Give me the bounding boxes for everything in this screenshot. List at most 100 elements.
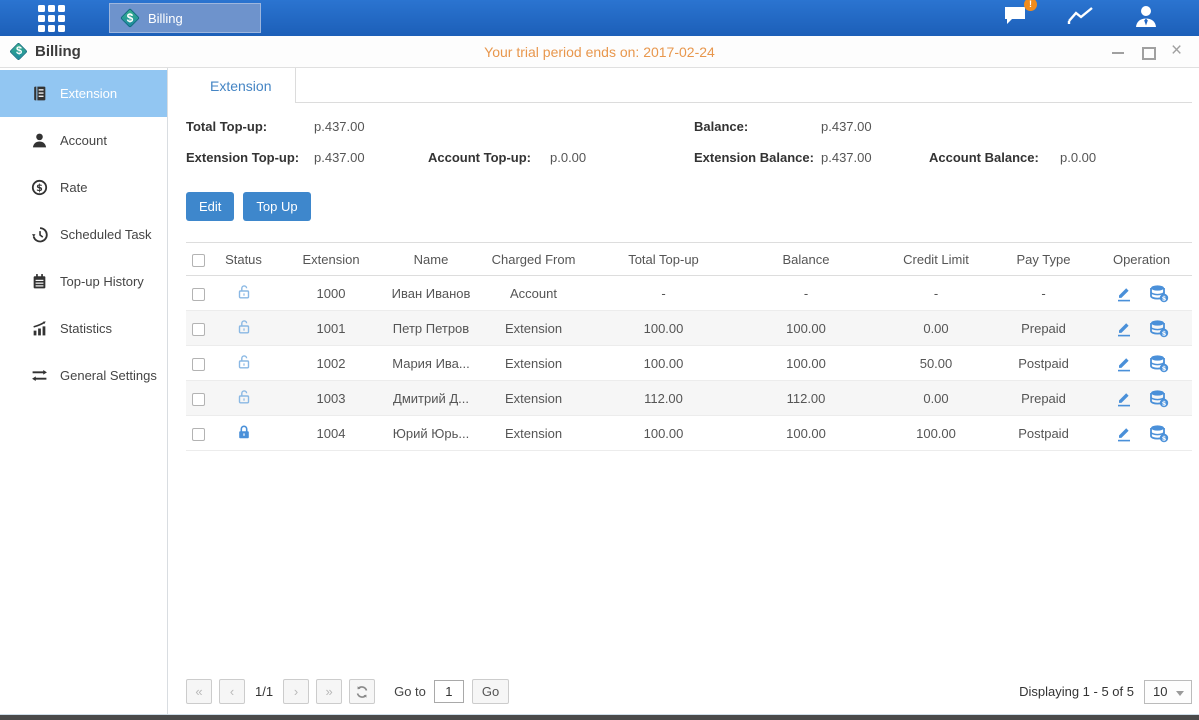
account-balance-value: p.0.00	[1060, 150, 1096, 165]
statistics-icon	[31, 320, 48, 337]
svg-text:$: $	[36, 183, 43, 194]
next-page-button[interactable]: ›	[283, 679, 309, 704]
extension-topup-label: Extension Top-up:	[186, 150, 299, 165]
account-topup-value: p.0.00	[550, 150, 586, 165]
lock-closed-icon[interactable]	[235, 423, 253, 441]
svg-text:$: $	[1162, 364, 1167, 372]
svg-text:$: $	[1162, 434, 1167, 442]
lock-open-icon[interactable]	[235, 283, 253, 301]
sidebar-item-rate[interactable]: $ Rate	[0, 164, 167, 211]
cell-charged-from: Account	[476, 276, 591, 311]
row-checkbox[interactable]	[192, 393, 205, 406]
app-tab-label: Billing	[148, 11, 183, 26]
row-checkbox[interactable]	[192, 323, 205, 336]
balance-value: p.437.00	[821, 119, 872, 134]
select-all-checkbox[interactable]	[192, 254, 205, 267]
bottom-edge-strip	[0, 714, 1199, 720]
sidebar-item-extension[interactable]: Extension	[0, 70, 167, 117]
scheduled-task-icon	[31, 226, 48, 243]
open-app-tab-billing[interactable]: $ Billing	[109, 3, 261, 33]
total-topup-label: Total Top-up:	[186, 119, 267, 134]
sidebar-item-label: Rate	[60, 180, 87, 195]
cell-name: Юрий Юрь...	[386, 416, 476, 451]
billing-diamond-icon: $	[120, 8, 140, 28]
account-balance-label: Account Balance:	[929, 150, 1039, 165]
account-topup-label: Account Top-up:	[428, 150, 531, 165]
top-up-balance-icon[interactable]: $	[1149, 354, 1169, 373]
col-status: Status	[211, 243, 276, 276]
lock-open-icon[interactable]	[235, 318, 253, 336]
cell-name: Дмитрий Д...	[386, 381, 476, 416]
content-tab-bar: Extension	[186, 68, 1192, 103]
monitor-chart-icon[interactable]	[1067, 4, 1095, 33]
top-up-balance-icon[interactable]: $	[1149, 389, 1169, 408]
col-balance: Balance	[736, 243, 876, 276]
page-size-select[interactable]: 10	[1144, 680, 1192, 704]
cell-balance: 112.00	[736, 381, 876, 416]
sidebar-item-general-settings[interactable]: General Settings	[0, 352, 167, 399]
edit-button[interactable]: Edit	[186, 192, 234, 221]
user-account-icon[interactable]	[1133, 3, 1159, 34]
top-up-balance-icon[interactable]: $	[1149, 284, 1169, 303]
cell-name: Иван Иванов	[386, 276, 476, 311]
cell-name: Мария Ива...	[386, 346, 476, 381]
prev-page-button[interactable]: ‹	[219, 679, 245, 704]
app-launcher-grid-icon[interactable]	[38, 5, 65, 32]
extensions-table: Status Extension Name Charged From Total…	[186, 242, 1192, 451]
edit-extension-icon[interactable]	[1114, 354, 1133, 373]
minimize-button[interactable]	[1111, 45, 1125, 59]
top-up-button[interactable]: Top Up	[243, 192, 310, 221]
edit-extension-icon[interactable]	[1114, 389, 1133, 408]
cell-credit-limit: 0.00	[876, 381, 996, 416]
account-icon	[31, 132, 48, 149]
cell-balance: 100.00	[736, 311, 876, 346]
trial-notice: Your trial period ends on: 2017-02-24	[0, 44, 1199, 60]
lock-open-icon[interactable]	[235, 353, 253, 371]
top-up-balance-icon[interactable]: $	[1149, 319, 1169, 338]
cell-pay-type: -	[996, 276, 1091, 311]
notifications-icon[interactable]: !	[1003, 4, 1029, 33]
svg-text:$: $	[1162, 329, 1167, 337]
total-topup-value: p.437.00	[314, 119, 365, 134]
cell-charged-from: Extension	[476, 416, 591, 451]
col-extension: Extension	[276, 243, 386, 276]
cell-pay-type: Prepaid	[996, 311, 1091, 346]
edit-extension-icon[interactable]	[1114, 424, 1133, 443]
goto-page-input[interactable]	[434, 680, 464, 703]
sidebar-item-topup-history[interactable]: Top-up History	[0, 258, 167, 305]
maximize-button[interactable]	[1141, 45, 1155, 59]
refresh-button[interactable]	[349, 679, 375, 704]
edit-extension-icon[interactable]	[1114, 319, 1133, 338]
cell-balance: 100.00	[736, 416, 876, 451]
cell-pay-type: Prepaid	[996, 381, 1091, 416]
close-button[interactable]: ×	[1171, 45, 1185, 59]
cell-credit-limit: 0.00	[876, 311, 996, 346]
svg-text:$: $	[1162, 294, 1167, 302]
sidebar-item-scheduled-task[interactable]: Scheduled Task	[0, 211, 167, 258]
lock-open-icon[interactable]	[235, 388, 253, 406]
table-row: 1002Мария Ива...Extension 100.00100.0050…	[186, 346, 1192, 381]
go-button[interactable]: Go	[472, 679, 509, 704]
cell-total-topup: 100.00	[591, 311, 736, 346]
row-checkbox[interactable]	[192, 358, 205, 371]
first-page-button[interactable]: «	[186, 679, 212, 704]
balance-summary: Total Top-up: p.437.00 Balance: p.437.00…	[186, 117, 1192, 179]
cell-credit-limit: 50.00	[876, 346, 996, 381]
table-header-row: Status Extension Name Charged From Total…	[186, 243, 1192, 276]
cell-charged-from: Extension	[476, 346, 591, 381]
sidebar-item-account[interactable]: Account	[0, 117, 167, 164]
tab-extension[interactable]: Extension	[186, 68, 296, 103]
cell-total-topup: 112.00	[591, 381, 736, 416]
sidebar-nav: Extension Account $ Rate Scheduled Task	[0, 68, 168, 714]
top-up-balance-icon[interactable]: $	[1149, 424, 1169, 443]
row-checkbox[interactable]	[192, 428, 205, 441]
cell-extension: 1002	[276, 346, 386, 381]
goto-label: Go to	[394, 684, 426, 699]
page-indicator: 1/1	[255, 684, 273, 699]
cell-charged-from: Extension	[476, 311, 591, 346]
sidebar-item-statistics[interactable]: Statistics	[0, 305, 167, 352]
row-checkbox[interactable]	[192, 288, 205, 301]
chevron-down-icon	[1176, 691, 1184, 696]
last-page-button[interactable]: »	[316, 679, 342, 704]
edit-extension-icon[interactable]	[1114, 284, 1133, 303]
